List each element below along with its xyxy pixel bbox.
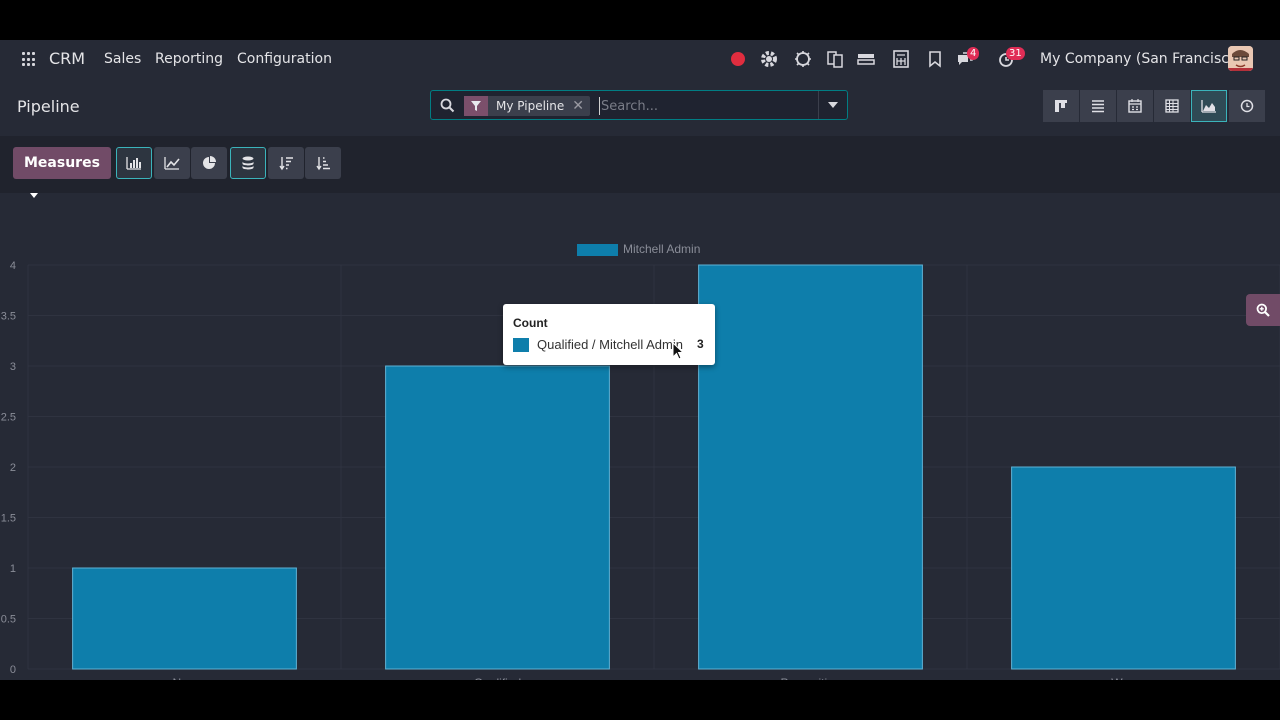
- toggle-icon[interactable]: [856, 49, 876, 69]
- calendar-icon: [1128, 99, 1142, 113]
- y-tick-label: 2.5: [1, 412, 16, 424]
- measures-button[interactable]: Measures: [13, 147, 111, 198]
- sort-ascending-icon: [316, 157, 330, 171]
- zoom-in-icon: [1256, 303, 1270, 317]
- top-navbar: CRM Sales Reporting Configuration 4 31 M…: [0, 40, 1280, 78]
- legend-label: Mitchell Admin: [623, 242, 700, 256]
- legend-swatch: [577, 244, 618, 256]
- messages-badge: 4: [967, 47, 980, 60]
- gear-icon[interactable]: [759, 49, 779, 69]
- kanban-view-button[interactable]: [1043, 90, 1079, 122]
- line-chart-button[interactable]: [154, 147, 190, 179]
- x-tick-label: Proposition: [780, 676, 840, 680]
- tooltip-swatch: [513, 338, 529, 352]
- bar-chart-icon: [126, 157, 141, 170]
- recording-icon[interactable]: [728, 49, 748, 69]
- search-bar[interactable]: My Pipeline ✕: [430, 90, 848, 120]
- y-tick-label: 0: [10, 664, 16, 676]
- search-input[interactable]: [599, 95, 821, 117]
- filter-icon: [464, 96, 488, 116]
- clock-icon: [1240, 99, 1254, 113]
- x-tick-label: New: [172, 676, 196, 680]
- bar-chart: 0 0.5 1 1.5 2 2.5 3 3.5 4 New Qualified Proposition…: [1, 242, 1280, 680]
- y-tick-label: 4: [10, 260, 16, 272]
- remove-facet-icon[interactable]: ✕: [572, 98, 590, 114]
- bar-qualified: [385, 365, 610, 670]
- area-chart-icon: [1201, 100, 1216, 113]
- search-options-toggle[interactable]: [818, 91, 847, 119]
- menu-sales[interactable]: Sales: [104, 40, 141, 78]
- bar-chart-button[interactable]: [116, 147, 152, 179]
- y-tick-label: 0.5: [1, 614, 16, 626]
- mouse-cursor-icon: [672, 342, 684, 360]
- bug-icon[interactable]: [793, 49, 813, 69]
- facet-label: My Pipeline: [496, 99, 565, 113]
- calendar-view-button[interactable]: [1117, 90, 1153, 122]
- translate-icon[interactable]: [825, 49, 845, 69]
- ascending-button[interactable]: [305, 147, 341, 179]
- tooltip-title: Count: [513, 316, 548, 330]
- measures-label: Measures: [24, 155, 100, 171]
- kanban-icon: [1055, 100, 1067, 112]
- menu-reporting[interactable]: Reporting: [155, 40, 223, 78]
- app-menu-icon[interactable]: [22, 52, 37, 67]
- bar-proposition: [698, 264, 923, 670]
- zoom-button[interactable]: [1246, 294, 1280, 326]
- text-caret: [599, 97, 600, 115]
- calculator-icon[interactable]: [891, 49, 911, 69]
- search-facet: My Pipeline ✕: [464, 96, 590, 116]
- activity-view-button[interactable]: [1229, 90, 1265, 122]
- x-tick-label: Qualified: [474, 676, 521, 680]
- bar-new: [72, 567, 297, 670]
- company-switcher[interactable]: My Company (San Francisco): [1040, 40, 1243, 78]
- menu-configuration[interactable]: Configuration: [237, 40, 332, 78]
- database-icon: [242, 156, 254, 170]
- y-tick-label: 1: [10, 563, 16, 575]
- crm-graph-view: CRM Sales Reporting Configuration 4 31 M…: [0, 40, 1280, 680]
- stacked-button[interactable]: [230, 147, 266, 179]
- y-tick-label: 3: [10, 361, 16, 373]
- y-tick-label: 1.5: [1, 513, 16, 525]
- descending-button[interactable]: [268, 147, 304, 179]
- line-chart-icon: [164, 157, 180, 170]
- app-name[interactable]: CRM: [49, 40, 85, 78]
- y-tick-label: 3.5: [1, 311, 16, 323]
- user-avatar[interactable]: [1228, 46, 1253, 71]
- bar-won: [1011, 466, 1236, 670]
- page-title: Pipeline: [17, 97, 80, 116]
- pie-chart-icon: [203, 156, 216, 169]
- list-view-button[interactable]: [1080, 90, 1116, 122]
- pivot-view-button[interactable]: [1154, 90, 1190, 122]
- caret-down-icon: [828, 102, 838, 108]
- sort-descending-icon: [279, 157, 293, 171]
- y-tick-label: 2: [10, 462, 16, 474]
- graph-view-button[interactable]: [1191, 90, 1227, 122]
- x-tick-label: Won: [1111, 676, 1135, 680]
- table-icon: [1165, 99, 1179, 113]
- tooltip-label: Qualified / Mitchell Admin: [537, 337, 683, 352]
- bookmark-icon[interactable]: [925, 49, 945, 69]
- list-icon: [1092, 100, 1104, 113]
- tooltip-value: 3: [697, 337, 704, 351]
- pie-chart-button[interactable]: [191, 147, 227, 179]
- search-icon[interactable]: [440, 98, 455, 117]
- activities-badge: 31: [1006, 47, 1025, 60]
